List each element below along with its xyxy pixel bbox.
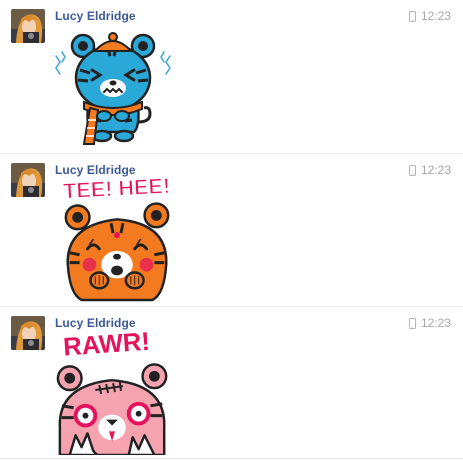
orange-tiger-tee-hee-icon: TEE! HEE! — [62, 176, 171, 302]
sticker-text: TEE! HEE! — [63, 176, 171, 203]
message-1: Lucy Eldridge 12:23 — [0, 0, 463, 153]
message-meta: 12:23 — [408, 9, 451, 23]
timestamp: 12:23 — [420, 163, 451, 177]
message-2: Lucy Eldridge 12:23 TEE! HEE! — [0, 154, 463, 307]
divider — [0, 458, 463, 459]
message-meta: 12:23 — [408, 163, 451, 177]
timestamp: 12:23 — [420, 9, 451, 23]
timestamp: 12:23 — [420, 316, 451, 330]
sender-name[interactable]: Lucy Eldridge — [55, 163, 136, 177]
avatar[interactable] — [11, 9, 45, 43]
sticker-text: RAWR! — [62, 329, 150, 362]
mobile-phone-icon — [408, 10, 416, 22]
avatar[interactable] — [11, 316, 45, 350]
sender-name[interactable]: Lucy Eldridge — [55, 316, 136, 330]
message-meta: 12:23 — [408, 316, 451, 330]
blue-tiger-cold-shivering-icon — [55, 32, 171, 145]
mobile-phone-icon — [408, 317, 416, 329]
pink-zombie-tiger-rawr-icon: RAWR! — [56, 329, 168, 455]
sender-name[interactable]: Lucy Eldridge — [55, 9, 136, 23]
message-3: Lucy Eldridge 12:23 RAWR! — [0, 307, 463, 460]
mobile-phone-icon — [408, 164, 416, 176]
avatar[interactable] — [11, 163, 45, 197]
